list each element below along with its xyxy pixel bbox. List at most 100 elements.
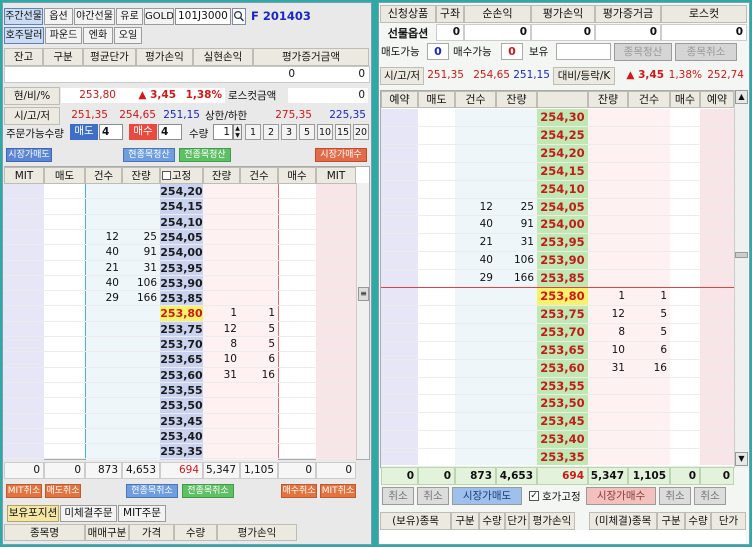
price-level[interactable]: 253,40 (160, 429, 203, 444)
price-level[interactable]: 253,75 (160, 322, 203, 337)
price-level-right[interactable]: 254,05 (537, 199, 588, 217)
price-level-right[interactable]: 254,10 (537, 181, 588, 199)
price-level[interactable]: 254,00 (160, 245, 203, 260)
qty-preset-20[interactable]: 20 (353, 124, 369, 140)
price-level[interactable]: 253,90 (160, 276, 203, 291)
clear-position-button[interactable]: 종목청산 (614, 43, 672, 61)
price-level-right[interactable]: 254,15 (537, 163, 588, 181)
price-level[interactable]: 253,70 (160, 337, 203, 352)
scroll-up-icon[interactable]: ▲ (735, 90, 748, 104)
tab-currency-3[interactable]: 오일 (114, 27, 142, 44)
fix-checkbox[interactable] (162, 171, 171, 180)
price-level-right[interactable]: 253,60 (537, 360, 588, 378)
market-buy-button-right[interactable]: 시장가매수 (586, 487, 656, 505)
buy-cancel-button[interactable]: 매수취소 (281, 484, 317, 498)
sell-qty-input[interactable]: 4 (99, 124, 123, 140)
price-level-right[interactable]: 253,35 (537, 449, 588, 467)
price-level-right[interactable]: 253,95 (537, 234, 588, 252)
cancel-button-4[interactable]: 취소 (694, 487, 726, 505)
ask-count: 12 (105, 230, 119, 243)
ladder-scrollbar-right[interactable]: ▲ ▼ (734, 90, 748, 468)
price-level[interactable]: 254,05 (160, 230, 203, 245)
price-level[interactable]: 253,60 (160, 368, 203, 383)
position-header-3: 수량 (174, 524, 217, 541)
price-level[interactable]: 254,10 (160, 215, 203, 230)
cancel-all-button[interactable]: 전종목취소 (182, 484, 234, 498)
scroll-down-icon[interactable]: ▼ (735, 452, 748, 466)
tab-product-2[interactable]: 야간선물 (74, 8, 115, 25)
position-tab-0[interactable]: 보유포지션 (7, 505, 59, 522)
price-level[interactable]: 253,50 (160, 398, 203, 413)
price-level-right[interactable]: 254,00 (537, 216, 588, 234)
qty-preset-5[interactable]: 5 (299, 124, 315, 140)
tab-product-3[interactable]: 유로 (116, 8, 143, 25)
qty-preset-1[interactable]: 1 (245, 124, 261, 140)
price-level[interactable]: 253,35 (160, 444, 203, 459)
bid-mit-column[interactable] (316, 184, 356, 460)
search-icon[interactable] (232, 8, 246, 25)
sell-cancel-button[interactable]: 매도취소 (45, 484, 81, 498)
price-level[interactable]: 254,20 (160, 184, 203, 199)
price-level[interactable]: 253,65 (160, 352, 203, 367)
tab-currency-1[interactable]: 파운드 (45, 27, 82, 44)
tab-currency-2[interactable]: 엔화 (83, 27, 113, 44)
qty-preset-3[interactable]: 3 (281, 124, 297, 140)
qty-preset-2[interactable]: 2 (263, 124, 279, 140)
total-3: 4,653 (122, 462, 160, 479)
price-level-right[interactable]: 253,55 (537, 378, 588, 396)
price-level-right[interactable]: 253,50 (537, 395, 588, 413)
price-level-right[interactable]: 253,85 (537, 270, 588, 288)
market-buy-button[interactable]: 시장가매수 (315, 148, 367, 162)
total-right-0: 0 (381, 467, 418, 485)
price-level-right[interactable]: 253,75 (537, 306, 588, 324)
price-level[interactable]: 254,15 (160, 199, 203, 214)
mit-cancel-sell-button[interactable]: MIT취소 (6, 484, 42, 498)
cancel-button-1[interactable]: 취소 (382, 487, 414, 505)
ask-mit-column[interactable] (4, 184, 44, 460)
tab-product-4[interactable]: GOLD (144, 8, 174, 25)
cancel-button-2[interactable]: 취소 (417, 487, 449, 505)
tab-product-1[interactable]: 옵션 (44, 8, 73, 25)
clear-current-button[interactable]: 현종목청산 (123, 148, 175, 162)
qty-preset-10[interactable]: 10 (317, 124, 333, 140)
price-level-right[interactable]: 253,80 (537, 288, 588, 306)
price-level-right[interactable]: 254,30 (537, 109, 588, 127)
bid-qty: 31 (223, 368, 237, 381)
price-level-right[interactable]: 253,40 (537, 431, 588, 449)
price-level[interactable]: 253,80 (160, 306, 203, 322)
price-level-right[interactable]: 253,45 (537, 413, 588, 431)
fixed-checkbox[interactable]: ✓ (529, 491, 539, 501)
ladder-scrollbar[interactable]: ≡ (356, 183, 369, 459)
position-tab-1[interactable]: 미체결주문 (60, 505, 117, 522)
price-change: ▲ 3,45 (119, 88, 179, 103)
ask-qty-right: 25 (520, 200, 534, 213)
market-sell-button-right[interactable]: 시장가매도 (452, 487, 522, 505)
price-level[interactable]: 253,85 (160, 291, 203, 306)
scroll-thumb-icon[interactable]: ≡ (358, 287, 369, 301)
qty-spinner[interactable]: ▲ ▼ (233, 124, 242, 140)
qty-preset-15[interactable]: 15 (335, 124, 351, 140)
mit-cancel-buy-button[interactable]: MIT취소 (320, 484, 356, 498)
price-level[interactable]: 253,95 (160, 261, 203, 276)
code-input[interactable]: 101J3000 (175, 8, 231, 25)
balance-header-5: 평가증거금액 (253, 48, 369, 66)
market-sell-button[interactable]: 시장가매도 (6, 148, 52, 162)
price-level[interactable]: 253,45 (160, 414, 203, 429)
tab-product-0[interactable]: 주간선물 (4, 8, 43, 25)
price-level-right[interactable]: 254,20 (537, 145, 588, 163)
price-level-right[interactable]: 253,90 (537, 252, 588, 270)
price-level-right[interactable]: 253,65 (537, 342, 588, 360)
scroll-thumb-right[interactable] (735, 252, 748, 258)
price-level-right[interactable]: 254,25 (537, 127, 588, 145)
tab-currency-0[interactable]: 호주달러 (4, 27, 44, 44)
qty-input[interactable]: 1 (213, 124, 233, 140)
cancel-orders-button[interactable]: 종목취소 (675, 43, 737, 61)
clear-all-button[interactable]: 전종목청산 (179, 148, 231, 162)
ladder-header-8: MIT (316, 167, 356, 184)
price-level-right[interactable]: 253,70 (537, 324, 588, 342)
price-level[interactable]: 253,55 (160, 383, 203, 398)
cancel-current-button[interactable]: 현종목취소 (126, 484, 178, 498)
cancel-button-3[interactable]: 취소 (659, 487, 691, 505)
position-tab-2[interactable]: MIT주문 (118, 505, 166, 522)
buy-qty-input[interactable]: 4 (158, 124, 182, 140)
